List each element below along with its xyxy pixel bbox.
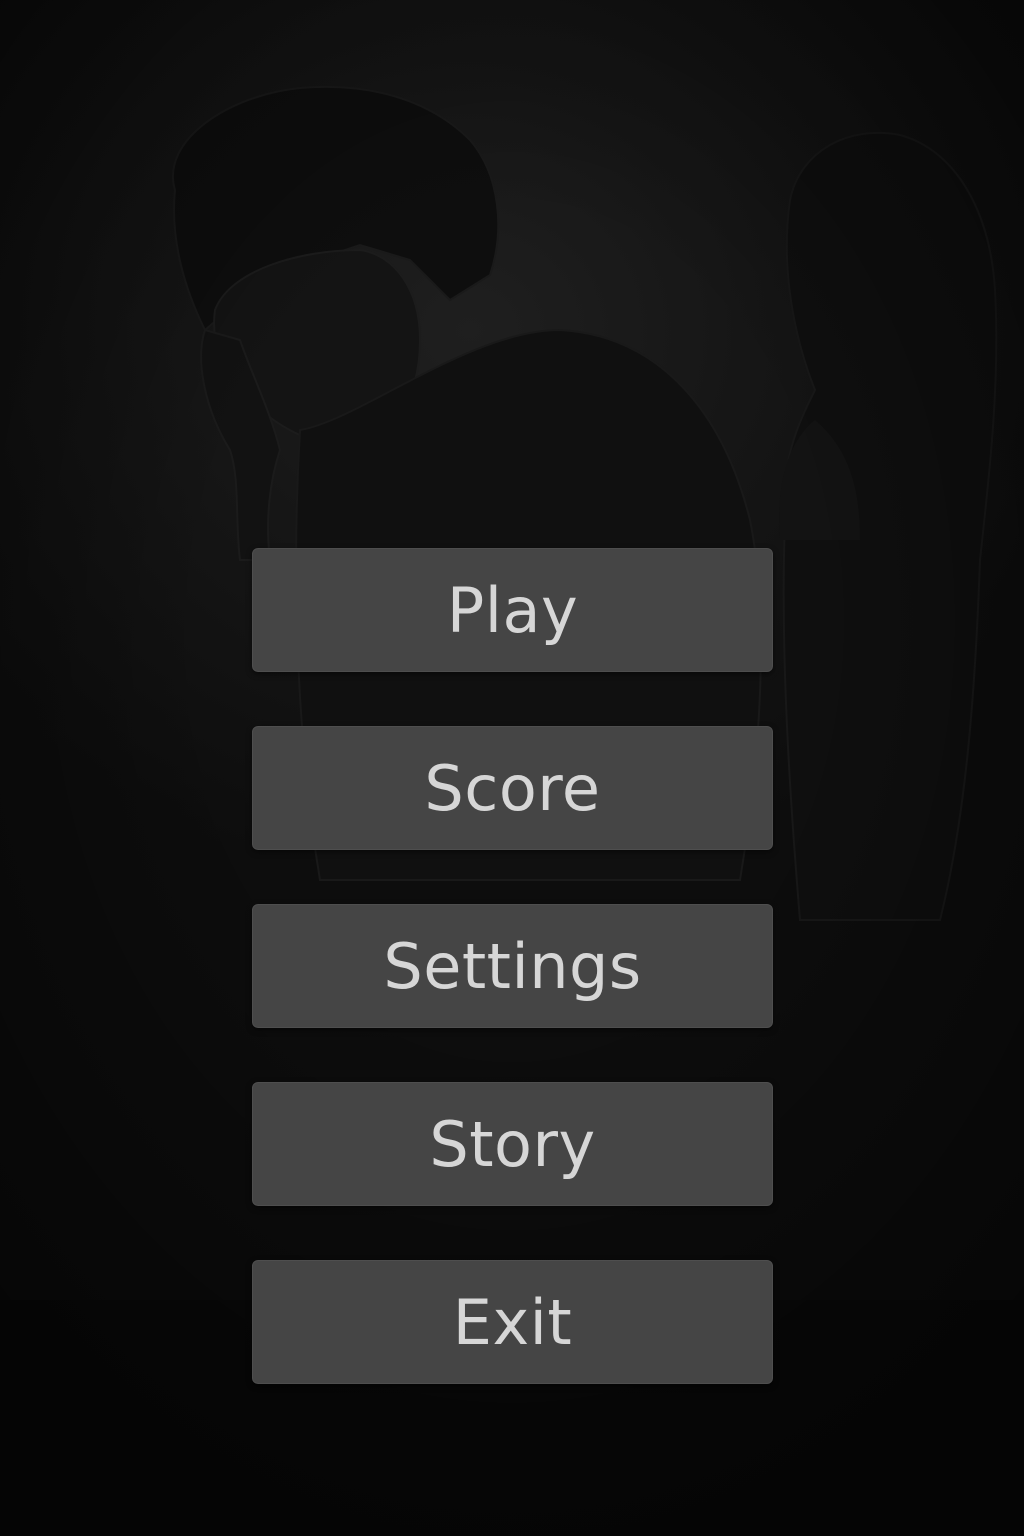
score-button[interactable]: Score bbox=[252, 726, 773, 850]
story-button[interactable]: Story bbox=[252, 1082, 773, 1206]
main-menu-screen: Play Score Settings Story Exit bbox=[0, 0, 1024, 1536]
exit-button[interactable]: Exit bbox=[252, 1260, 773, 1384]
settings-button[interactable]: Settings bbox=[252, 904, 773, 1028]
main-menu: Play Score Settings Story Exit bbox=[252, 548, 773, 1384]
play-button[interactable]: Play bbox=[252, 548, 773, 672]
